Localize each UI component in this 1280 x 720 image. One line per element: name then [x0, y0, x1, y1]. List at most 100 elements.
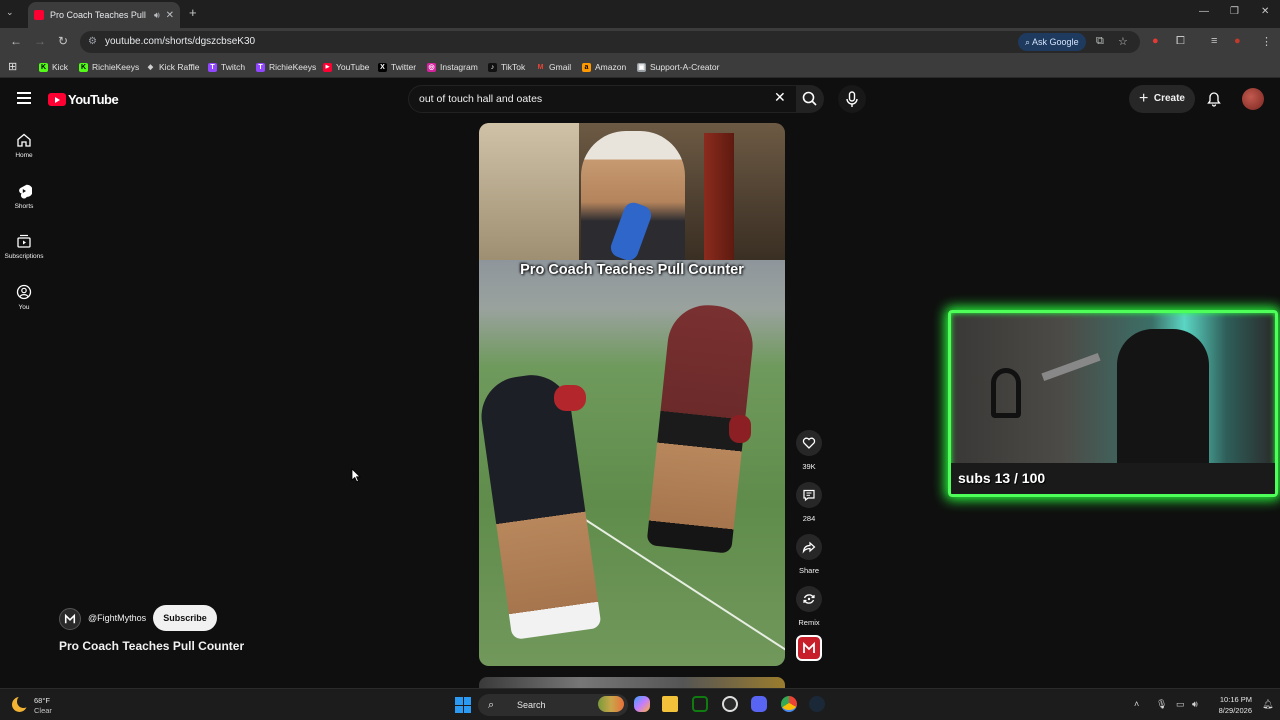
- extension-icon[interactable]: ●: [1152, 35, 1159, 47]
- extensions-puzzle-icon[interactable]: ⧠: [1176, 35, 1185, 48]
- browser-tab[interactable]: Pro Coach Teaches Pull Counter 🔊︎ ✕: [28, 2, 180, 28]
- windows-start-icon[interactable]: [455, 697, 471, 713]
- tray-overflow-icon[interactable]: ˄: [1134, 699, 1139, 709]
- bookmark-tiktok[interactable]: ♪ TikTok: [488, 62, 525, 72]
- address-bar[interactable]: ⚙ youtube.com/shorts/dgszcbseK30: [80, 31, 1140, 53]
- apps-grid-icon[interactable]: ⊞: [8, 60, 17, 73]
- remix-button[interactable]: [796, 586, 822, 612]
- share-action[interactable]: Share: [796, 534, 822, 575]
- bookmark-twitter[interactable]: X Twitter: [378, 62, 416, 72]
- clock-time[interactable]: 10:16 PM: [1214, 695, 1252, 704]
- restore-icon[interactable]: ❐: [1230, 6, 1239, 17]
- weather-condition[interactable]: Clear: [34, 706, 52, 715]
- subscribe-button[interactable]: Subscribe: [153, 605, 217, 631]
- widgets-app-icon[interactable]: [598, 696, 624, 712]
- bookmark-label: YouTube: [336, 62, 370, 72]
- bookmark-label: Twitter: [391, 62, 417, 72]
- bookmark-amazon[interactable]: a Amazon: [582, 62, 626, 72]
- channel-handle[interactable]: @FightMythos: [88, 613, 146, 623]
- site-info-icon[interactable]: ⚙: [88, 31, 97, 53]
- bookmark-support-a-creator[interactable]: ▣ Support-A-Creator: [637, 62, 719, 72]
- notifications-bell-icon[interactable]: [1206, 91, 1222, 112]
- bookmark-gmail[interactable]: M Gmail: [536, 62, 572, 72]
- comments-button[interactable]: [796, 482, 822, 508]
- ask-google-button[interactable]: ⌕ Ask Google: [1018, 33, 1086, 51]
- bookmark-label: TikTok: [501, 62, 526, 72]
- rail-item-shorts[interactable]: Shorts: [0, 183, 48, 210]
- rail-item-home[interactable]: Home: [0, 132, 48, 159]
- clock-date[interactable]: 8/29/2026: [1208, 706, 1252, 715]
- bookmark-richiekeeys-kick[interactable]: K RichieKeeys: [79, 62, 139, 72]
- volume-icon[interactable]: 🔊︎: [1192, 699, 1198, 710]
- tab-list-button[interactable]: ⌄: [6, 7, 14, 18]
- discord-app-icon[interactable]: [751, 696, 767, 712]
- reload-icon[interactable]: ↻: [58, 34, 68, 48]
- next-short-preview[interactable]: [479, 677, 785, 688]
- shorts-video-player[interactable]: Pro Coach Teaches Pull Counter: [479, 123, 785, 666]
- create-button[interactable]: + Create: [1129, 85, 1195, 113]
- rail-item-you[interactable]: You: [0, 284, 48, 311]
- voice-search-button[interactable]: [838, 85, 866, 113]
- bookmark-youtube[interactable]: ▶ YouTube: [323, 62, 369, 72]
- bookmark-richiekeeys-twitch[interactable]: T RichieKeeys: [256, 62, 316, 72]
- audio-playing-icon[interactable]: 🔊︎: [154, 10, 160, 21]
- weather-temperature[interactable]: 68°F: [34, 696, 50, 705]
- back-icon[interactable]: ←: [10, 34, 22, 48]
- network-icon[interactable]: ▭: [1176, 699, 1185, 710]
- search-button[interactable]: [796, 85, 824, 113]
- share-button[interactable]: [796, 534, 822, 560]
- comment-action[interactable]: 284: [796, 482, 822, 523]
- youtube-icon: ▶: [323, 62, 332, 72]
- search-input[interactable]: out of touch hall and oates: [408, 85, 798, 113]
- account-avatar[interactable]: [1242, 88, 1264, 110]
- microphone-tray-icon[interactable]: 🎙︎: [1156, 699, 1167, 710]
- amazon-icon: a: [582, 62, 591, 72]
- bookmark-instagram[interactable]: ◎ Instagram: [427, 62, 478, 72]
- instagram-icon: ◎: [427, 62, 436, 72]
- close-tab-icon[interactable]: ✕: [166, 10, 174, 21]
- channel-avatar-badge[interactable]: [796, 635, 822, 661]
- comment-icon: [803, 489, 815, 502]
- install-app-icon[interactable]: ⧉: [1096, 35, 1104, 48]
- profile-icon[interactable]: ●: [1234, 35, 1241, 47]
- bookmark-kick-raffle[interactable]: ◆ Kick Raffle: [146, 62, 200, 72]
- url-text: youtube.com/shorts/dgszcbseK30: [105, 36, 256, 47]
- close-window-icon[interactable]: ✕: [1261, 6, 1269, 17]
- channel-avatar[interactable]: [59, 608, 81, 630]
- kick-icon: K: [39, 62, 48, 72]
- clear-search-icon[interactable]: ✕: [774, 89, 786, 106]
- bookmark-twitch[interactable]: T Twitch: [208, 62, 245, 72]
- like-button[interactable]: [796, 430, 822, 456]
- steam-app-icon[interactable]: [809, 696, 825, 712]
- video-overlay-title: Pro Coach Teaches Pull Counter: [520, 262, 744, 278]
- youtube-play-logo-icon: [48, 93, 66, 106]
- remix-action[interactable]: Remix: [796, 586, 822, 627]
- like-action[interactable]: 39K: [796, 430, 822, 471]
- copilot-icon[interactable]: [634, 696, 650, 712]
- obs-app-icon[interactable]: [722, 696, 738, 712]
- google-lens-icon: ⌕: [1025, 37, 1033, 47]
- subscriptions-icon: [17, 234, 31, 248]
- chrome-app-icon[interactable]: [781, 696, 797, 712]
- share-label: Share: [798, 566, 819, 575]
- bookmark-kick[interactable]: K Kick: [39, 62, 68, 72]
- chrome-menu-icon[interactable]: ⋮: [1261, 35, 1272, 48]
- new-tab-button[interactable]: +: [189, 5, 197, 20]
- room-curtain: [704, 133, 734, 260]
- xbox-app-icon[interactable]: [692, 696, 708, 712]
- notification-bell-icon[interactable]: 🔔︎: [1262, 699, 1273, 710]
- rail-label: Subscriptions: [4, 253, 44, 260]
- youtube-logo[interactable]: YouTube: [48, 92, 119, 107]
- media-controls-icon[interactable]: ≡: [1211, 35, 1217, 47]
- rail-item-subscriptions[interactable]: Subscriptions: [0, 233, 48, 260]
- moon-weather-icon[interactable]: [12, 695, 30, 712]
- bookmark-star-icon[interactable]: ☆: [1118, 35, 1128, 48]
- youtube-wordmark: YouTube: [68, 92, 119, 107]
- minimize-icon[interactable]: —: [1199, 6, 1209, 17]
- forward-icon[interactable]: →: [34, 34, 46, 48]
- hamburger-menu-icon[interactable]: [17, 92, 31, 104]
- mouse-cursor-icon: [351, 468, 361, 483]
- browser-tab-strip: ⌄ Pro Coach Teaches Pull Counter 🔊︎ ✕ + …: [0, 0, 1280, 28]
- bookmark-label: Gmail: [549, 62, 572, 72]
- file-explorer-icon[interactable]: [662, 696, 678, 712]
